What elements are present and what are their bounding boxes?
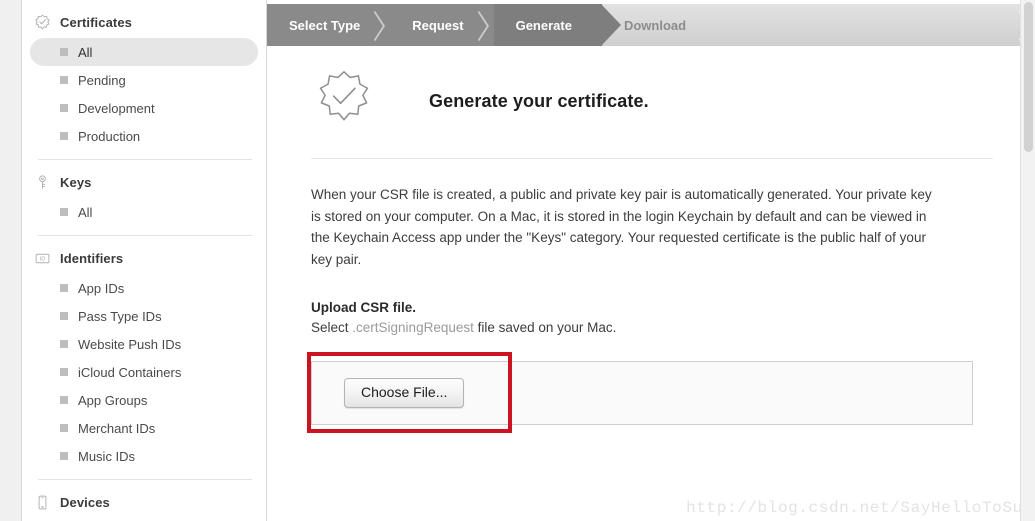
sidebar-item-label: All xyxy=(78,204,93,220)
main-content: Select Type Request Generate Download Ge… xyxy=(267,0,1035,521)
device-icon xyxy=(34,494,51,511)
svg-text:ID: ID xyxy=(40,256,46,262)
page-header: Generate your certificate. xyxy=(309,62,995,140)
instruction-suffix: file saved on your Mac. xyxy=(473,320,617,335)
sidebar-section-header-certificates: Certificates xyxy=(22,8,266,36)
bullet-icon xyxy=(60,284,68,292)
upload-section-heading: Upload CSR file. xyxy=(311,300,417,315)
sidebar-section-label: Devices xyxy=(60,494,110,510)
sidebar-item-website-push-ids[interactable]: Website Push IDs xyxy=(30,330,258,358)
sidebar-item-label: Production xyxy=(78,128,141,144)
bullet-icon xyxy=(60,132,68,140)
instruction-prefix: Select xyxy=(311,320,353,335)
bullet-icon xyxy=(60,104,68,112)
sidebar-item-label: All xyxy=(78,44,93,60)
vertical-scrollbar[interactable] xyxy=(1020,0,1035,521)
file-extension-text: .certSigningRequest xyxy=(352,320,474,335)
sidebar-item-certificates-pending[interactable]: Pending xyxy=(30,66,258,94)
sidebar-item-label: Development xyxy=(78,100,155,116)
key-icon xyxy=(34,174,51,191)
sidebar-section-keys: Keys All xyxy=(22,168,266,226)
sidebar-divider xyxy=(38,159,252,160)
sidebar-item-pass-type-ids[interactable]: Pass Type IDs xyxy=(30,302,258,330)
sidebar-item-keys-all[interactable]: All xyxy=(30,198,258,226)
sidebar-section-label: Keys xyxy=(60,174,92,190)
bullet-icon xyxy=(60,48,68,56)
sidebar-item-label: Merchant IDs xyxy=(78,420,156,436)
sidebar-section-label: Identifiers xyxy=(60,250,124,266)
id-badge-icon: ID xyxy=(34,250,51,267)
bullet-icon xyxy=(60,424,68,432)
sidebar-item-app-groups[interactable]: App Groups xyxy=(30,386,258,414)
sidebar-divider xyxy=(38,479,252,480)
watermark-text: http://blog.csdn.net/SayHelloToSun xyxy=(686,499,1033,517)
sidebar-item-certificates-all[interactable]: All xyxy=(30,38,258,66)
sidebar-item-label: Music IDs xyxy=(78,448,136,464)
step-generate[interactable]: Generate xyxy=(493,4,622,46)
wizard-step-bar: Select Type Request Generate Download xyxy=(267,4,1035,46)
sidebar-section-devices: Devices All xyxy=(22,488,266,521)
sidebar-item-label: Pending xyxy=(78,72,126,88)
sidebar-section-header-devices: Devices xyxy=(22,488,266,516)
sidebar-section-certificates: Certificates All Pending Development Pro… xyxy=(22,8,266,150)
description-paragraph: When your CSR file is created, a public … xyxy=(311,187,932,267)
upload-section-instruction: Select .certSigningRequest file saved on… xyxy=(311,320,995,335)
bullet-icon xyxy=(60,340,68,348)
sidebar-item-certificates-production[interactable]: Production xyxy=(30,122,258,150)
sidebar-item-merchant-ids[interactable]: Merchant IDs xyxy=(30,414,258,442)
bullet-icon xyxy=(60,396,68,404)
sidebar: Certificates All Pending Development Pro… xyxy=(22,0,267,521)
header-divider xyxy=(311,158,993,159)
certificate-seal-badge-icon xyxy=(311,68,377,134)
sidebar-item-label: iCloud Containers xyxy=(78,364,182,380)
left-gutter xyxy=(0,0,22,521)
step-label: Request xyxy=(412,17,464,33)
step-select-type[interactable]: Select Type xyxy=(267,4,391,46)
sidebar-item-certificates-development[interactable]: Development xyxy=(30,94,258,122)
sidebar-section-header-keys: Keys xyxy=(22,168,266,196)
sidebar-item-label: Pass Type IDs xyxy=(78,308,162,324)
sidebar-section-label: Certificates xyxy=(60,14,133,30)
sidebar-item-label: Website Push IDs xyxy=(78,336,182,352)
step-label: Download xyxy=(623,17,687,33)
step-label: Select Type xyxy=(289,17,361,33)
sidebar-divider xyxy=(38,235,252,236)
step-request[interactable]: Request xyxy=(390,4,494,46)
file-upload-area: Choose File... xyxy=(307,352,995,433)
scrollbar-thumb[interactable] xyxy=(1024,2,1033,152)
certificate-seal-icon xyxy=(34,14,51,31)
step-download[interactable]: Download xyxy=(601,4,1035,46)
bullet-icon xyxy=(60,208,68,216)
choose-file-button[interactable]: Choose File... xyxy=(344,377,465,409)
app-window: Certificates All Pending Development Pro… xyxy=(0,0,1035,521)
bullet-icon xyxy=(60,452,68,460)
sidebar-section-identifiers: ID Identifiers App IDs Pass Type IDs Web… xyxy=(22,244,266,470)
step-label: Generate xyxy=(515,17,572,33)
bullet-icon xyxy=(60,312,68,320)
sidebar-item-label: App Groups xyxy=(78,392,148,408)
page-title: Generate your certificate. xyxy=(429,90,649,111)
sidebar-item-app-ids[interactable]: App IDs xyxy=(30,274,258,302)
content-area: Generate your certificate. When your CSR… xyxy=(267,62,1035,433)
bullet-icon xyxy=(60,368,68,376)
sidebar-item-icloud-containers[interactable]: iCloud Containers xyxy=(30,358,258,386)
file-dropzone[interactable]: Choose File... xyxy=(311,361,973,425)
bullet-icon xyxy=(60,76,68,84)
sidebar-item-label: App IDs xyxy=(78,280,125,296)
sidebar-section-header-identifiers: ID Identifiers xyxy=(22,244,266,272)
sidebar-item-music-ids[interactable]: Music IDs xyxy=(30,442,258,470)
